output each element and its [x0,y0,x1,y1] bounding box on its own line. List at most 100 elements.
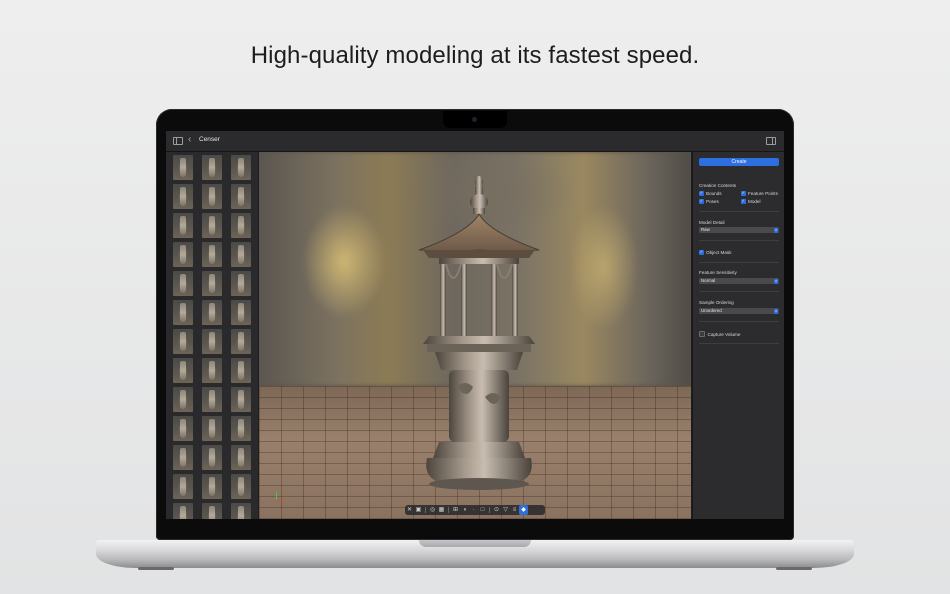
chevron-updown-icon: ⇕ [774,308,778,314]
camera-tool-icon[interactable]: ◎ [428,505,437,515]
bounds-checkbox[interactable]: ✓ Bounds [699,191,722,196]
transform-tool-icon[interactable]: ✕ [405,505,414,515]
checkmark-icon: ✓ [699,198,704,204]
image-thumbnail[interactable] [202,213,222,238]
laptop-foot [138,567,174,570]
image-thumbnail-sidebar[interactable] [166,152,258,519]
bounds-tool-icon[interactable]: ⊞ [451,505,460,515]
image-thumbnail[interactable] [231,358,251,383]
divider [699,343,779,344]
render-tool-icon[interactable]: ◆ [519,505,528,515]
frame-tool-icon[interactable]: ▣ [414,505,423,515]
box-tool-icon[interactable]: □ [478,505,487,515]
target-tool-icon[interactable]: ⊙ [492,505,501,515]
model-label: Model [748,199,761,204]
grid-tool-icon[interactable]: ▦ [437,505,446,515]
image-thumbnail[interactable] [202,416,222,441]
image-thumbnail[interactable] [173,213,193,238]
laptop-foot [776,567,812,570]
image-thumbnail[interactable] [202,271,222,296]
poses-label: Poses [706,199,719,204]
capture-volume-label: Capture Volume [707,331,741,337]
checkmark-icon: ✓ [741,198,746,204]
image-thumbnail[interactable] [173,358,193,383]
creation-contents-title: Creation Contents [699,183,737,188]
model-viewport[interactable]: ✕ ▣ ◎ ▦ ⊞ ◑ · □ ⊙ ▽ ≡ ◆ [259,152,691,519]
divider [699,291,779,292]
poses-checkbox[interactable]: ✓ Poses [699,199,719,204]
feature-sensitivity-title: Feature Sensitivity [699,270,737,275]
image-thumbnail[interactable] [173,474,193,499]
divider [699,321,779,322]
image-thumbnail[interactable] [202,358,222,383]
image-thumbnail[interactable] [202,387,222,412]
image-thumbnail[interactable] [173,184,193,209]
inspector-toggle-icon[interactable] [766,137,776,145]
image-thumbnail[interactable] [202,503,222,519]
chevron-left-icon[interactable]: ‹ [188,135,191,145]
image-thumbnail[interactable] [173,271,193,296]
create-button[interactable]: Create [699,158,779,166]
sample-ordering-select[interactable]: Unordered ⇕ [699,308,779,314]
feature-sensitivity-value: Normal [701,278,716,283]
image-thumbnail[interactable] [231,503,251,519]
chevron-updown-icon: ⇕ [774,278,778,284]
headline: High-quality modeling at its fastest spe… [250,42,700,69]
image-thumbnail[interactable] [231,300,251,325]
feature-sensitivity-select[interactable]: Normal ⇕ [699,278,779,284]
toolbar-divider [448,507,449,513]
image-thumbnail[interactable] [202,445,222,470]
x-axis-gizmo [276,500,284,501]
image-thumbnail[interactable] [173,416,193,441]
image-thumbnail[interactable] [231,474,251,499]
point-tool-icon[interactable]: · [469,505,478,515]
image-thumbnail[interactable] [173,387,193,412]
document-title: Censer [199,136,220,143]
image-thumbnail[interactable] [231,387,251,412]
image-thumbnail[interactable] [231,155,251,180]
y-axis-gizmo [276,492,277,500]
image-thumbnail[interactable] [173,445,193,470]
image-thumbnail[interactable] [202,300,222,325]
checkmark-icon: ✓ [741,190,746,196]
divider [699,240,779,241]
camera-icon [472,117,477,122]
model-detail-title: Model Detail [699,220,725,225]
image-thumbnail[interactable] [202,242,222,267]
image-thumbnail[interactable] [173,300,193,325]
capture-volume-checkbox[interactable]: Capture Volume [699,331,740,337]
image-thumbnail[interactable] [202,329,222,354]
image-thumbnail[interactable] [231,242,251,267]
image-thumbnail[interactable] [231,416,251,441]
laptop-base-notch [419,540,531,547]
image-thumbnail[interactable] [231,445,251,470]
image-thumbnail[interactable] [202,155,222,180]
image-thumbnail[interactable] [173,155,193,180]
image-thumbnail[interactable] [231,271,251,296]
sample-ordering-value: Unordered [701,308,722,313]
object-mask-checkbox[interactable]: ✓ Object Mask [699,250,732,255]
image-thumbnail[interactable] [202,474,222,499]
contrast-tool-icon[interactable]: ◑ [460,505,469,515]
image-thumbnail[interactable] [173,329,193,354]
image-thumbnail[interactable] [173,503,193,519]
viewport-toolbar: ✕ ▣ ◎ ▦ ⊞ ◑ · □ ⊙ ▽ ≡ ◆ [405,505,545,515]
image-thumbnail[interactable] [173,242,193,267]
mesh-tool-icon[interactable]: ▽ [501,505,510,515]
checkmark-icon: ✓ [699,190,704,196]
title-bar: ‹ Censer [166,131,784,152]
model-detail-value: Raw [701,227,710,232]
bounds-label: Bounds [706,191,722,196]
image-thumbnail[interactable] [231,184,251,209]
image-thumbnail[interactable] [231,213,251,238]
object-mask-label: Object Mask [706,250,732,255]
list-tool-icon[interactable]: ≡ [510,505,519,515]
image-thumbnail[interactable] [202,184,222,209]
model-detail-select[interactable]: Raw ⇕ [699,227,779,233]
checkbox-empty-icon [699,331,705,337]
sidebar-toggle-icon[interactable] [173,137,183,145]
feature-points-checkbox[interactable]: ✓ Feature Points [741,191,778,196]
toolbar-divider [425,507,426,513]
image-thumbnail[interactable] [231,329,251,354]
model-checkbox[interactable]: ✓ Model [741,199,761,204]
